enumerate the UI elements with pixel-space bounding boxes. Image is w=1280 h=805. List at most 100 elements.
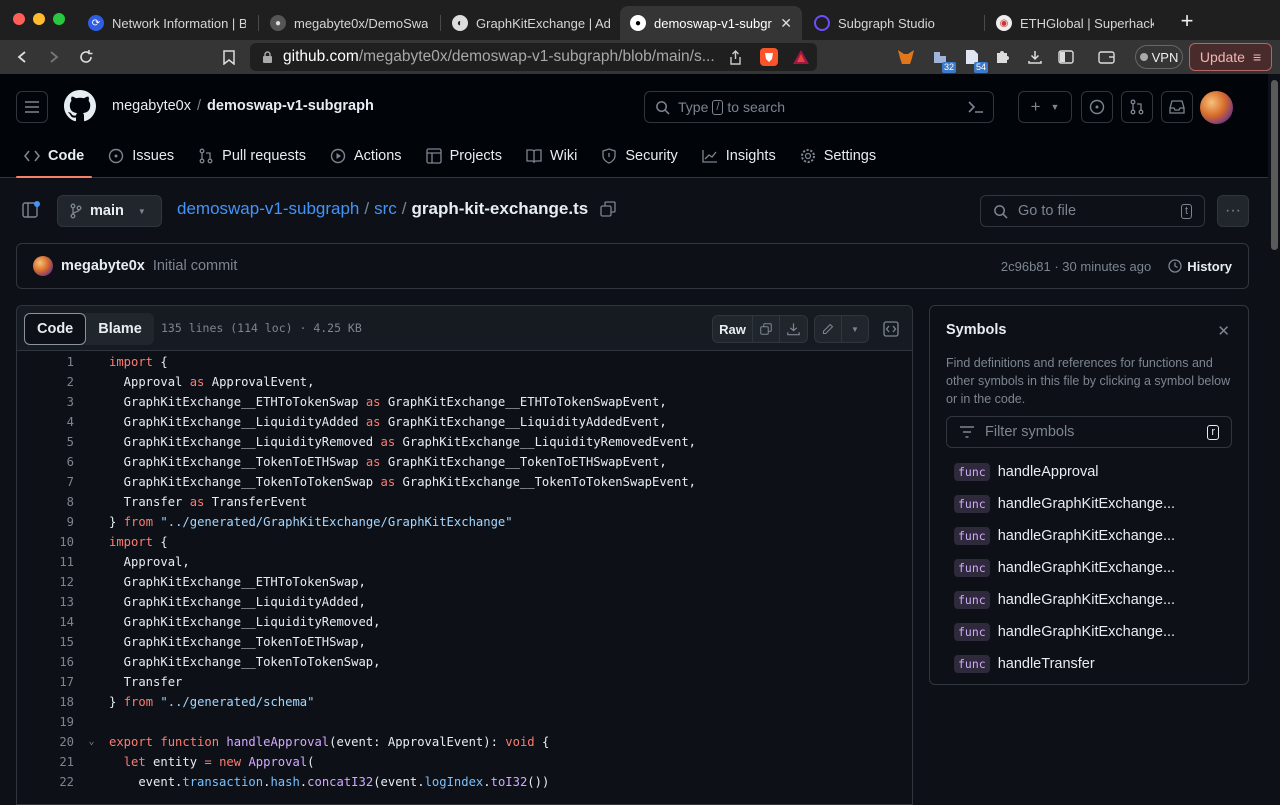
tab-settings[interactable]: Settings bbox=[792, 136, 884, 176]
commit-author[interactable]: megabyte0x bbox=[61, 258, 145, 274]
breadcrumb-dir-link[interactable]: src bbox=[374, 199, 397, 219]
new-tab-button[interactable]: + bbox=[1176, 8, 1198, 34]
symbols-panel-toggle[interactable] bbox=[877, 315, 905, 343]
line-number[interactable]: 13 bbox=[17, 592, 74, 612]
line-number[interactable]: 2 bbox=[17, 372, 74, 392]
owner-link[interactable]: megabyte0x bbox=[112, 98, 191, 114]
inbox-button[interactable] bbox=[1161, 91, 1193, 123]
window-close-button[interactable] bbox=[13, 13, 25, 25]
branch-selector[interactable]: main ▼ bbox=[57, 195, 162, 227]
line-number[interactable]: 5 bbox=[17, 432, 74, 452]
brave-rewards-icon[interactable] bbox=[792, 49, 810, 65]
share-icon[interactable] bbox=[729, 49, 742, 65]
sidebar-panel-icon[interactable] bbox=[1056, 47, 1076, 67]
symbol-item[interactable]: func handleGraphKitExchange... bbox=[954, 616, 1175, 648]
fold-chevron-icon[interactable]: ⌄ bbox=[74, 732, 109, 752]
symbol-item[interactable]: func handleGraphKitExchange... bbox=[954, 488, 1175, 520]
extension-badge-icon[interactable]: 54 bbox=[962, 47, 988, 73]
window-minimize-button[interactable] bbox=[33, 13, 45, 25]
line-number[interactable]: 22 bbox=[17, 772, 74, 792]
symbol-item[interactable]: func handleApproval bbox=[954, 456, 1175, 488]
bookmark-icon[interactable] bbox=[218, 46, 240, 68]
browser-tab[interactable]: Subgraph Studio bbox=[804, 6, 982, 40]
blame-view-button[interactable]: Blame bbox=[86, 313, 154, 345]
pull-requests-button[interactable] bbox=[1121, 91, 1153, 123]
commit-message[interactable]: Initial commit bbox=[153, 258, 238, 274]
vpn-button[interactable]: VPN bbox=[1135, 45, 1183, 69]
line-number[interactable]: 14 bbox=[17, 612, 74, 632]
browser-tab[interactable]: ⟳ Network Information | Bas bbox=[78, 6, 256, 40]
tab-wiki[interactable]: Wiki bbox=[518, 136, 585, 176]
hamburger-menu-button[interactable] bbox=[16, 91, 48, 123]
breadcrumb-repo-link[interactable]: demoswap-v1-subgraph bbox=[177, 199, 359, 219]
tab-issues[interactable]: Issues bbox=[100, 136, 182, 176]
commit-author-avatar[interactable] bbox=[33, 256, 53, 276]
issues-button[interactable] bbox=[1081, 91, 1113, 123]
copy-path-icon[interactable] bbox=[600, 201, 616, 217]
raw-button[interactable]: Raw bbox=[713, 316, 753, 342]
line-number[interactable]: 15 bbox=[17, 632, 74, 652]
file-tree-toggle-icon[interactable] bbox=[22, 201, 42, 221]
download-icon[interactable] bbox=[1025, 47, 1045, 67]
symbol-item[interactable]: func handleGraphKitExchange... bbox=[954, 552, 1175, 584]
command-palette-icon[interactable] bbox=[967, 99, 985, 115]
line-number[interactable]: 9 bbox=[17, 512, 74, 532]
tab-security[interactable]: Security bbox=[593, 136, 685, 176]
line-number[interactable]: 19 bbox=[17, 712, 74, 732]
github-logo-icon[interactable] bbox=[64, 90, 96, 122]
history-button[interactable]: History bbox=[1167, 258, 1232, 274]
line-number[interactable]: 16 bbox=[17, 652, 74, 672]
tab-close-icon[interactable]: ✕ bbox=[780, 15, 792, 32]
more-options-button[interactable]: ··· bbox=[1217, 195, 1249, 227]
edit-options-button[interactable]: ▼ bbox=[842, 316, 868, 342]
symbol-item[interactable]: func handleGraphKitExchange... bbox=[954, 520, 1175, 552]
address-bar[interactable]: github.com/megabyte0x/demoswap-v1-subgra… bbox=[250, 43, 817, 71]
repo-link[interactable]: demoswap-v1-subgraph bbox=[207, 98, 374, 114]
line-number[interactable]: 10 bbox=[17, 532, 74, 552]
browser-tab[interactable]: ● megabyte0x/DemoSwap- bbox=[260, 6, 438, 40]
filter-symbols-input[interactable]: Filter symbols r bbox=[946, 416, 1232, 448]
line-number[interactable]: 7 bbox=[17, 472, 74, 492]
commit-sha-time[interactable]: 2c96b81 · 30 minutes ago bbox=[1001, 259, 1151, 274]
line-number[interactable]: 17 bbox=[17, 672, 74, 692]
tab-projects[interactable]: Projects bbox=[418, 136, 510, 176]
metamask-icon[interactable] bbox=[896, 47, 916, 67]
go-to-file-input[interactable]: Go to file t bbox=[980, 195, 1205, 227]
copy-raw-button[interactable] bbox=[753, 316, 780, 342]
symbol-item[interactable]: func handleGraphKitExchange... bbox=[954, 584, 1175, 616]
wallet-icon[interactable] bbox=[1096, 47, 1116, 67]
download-raw-button[interactable] bbox=[780, 316, 807, 342]
line-number[interactable]: 11 bbox=[17, 552, 74, 572]
line-number[interactable]: 20 bbox=[17, 732, 74, 752]
scrollbar-thumb[interactable] bbox=[1271, 80, 1278, 250]
create-new-button[interactable]: + ▼ bbox=[1018, 91, 1072, 123]
line-number[interactable]: 8 bbox=[17, 492, 74, 512]
edit-file-button[interactable] bbox=[815, 316, 842, 342]
tab-actions[interactable]: Actions bbox=[322, 136, 410, 176]
browser-tab-active[interactable]: ● demoswap-v1-subgrap ✕ bbox=[620, 6, 802, 40]
browser-tab[interactable]: ◉ ETHGlobal | Superhack bbox=[986, 6, 1164, 40]
tab-code[interactable]: Code bbox=[16, 136, 93, 178]
line-number[interactable]: 12 bbox=[17, 572, 74, 592]
user-avatar[interactable] bbox=[1200, 91, 1233, 124]
search-input[interactable]: Type / to search bbox=[644, 91, 994, 123]
extension-badge-icon[interactable]: 32 bbox=[930, 47, 956, 73]
tab-pull-requests[interactable]: Pull requests bbox=[190, 136, 314, 176]
forward-button[interactable] bbox=[43, 46, 65, 68]
tab-insights[interactable]: Insights bbox=[694, 136, 784, 176]
line-number[interactable]: 4 bbox=[17, 412, 74, 432]
line-number[interactable]: 1 bbox=[17, 352, 74, 372]
window-zoom-button[interactable] bbox=[53, 13, 65, 25]
code-view-button[interactable]: Code bbox=[24, 313, 87, 345]
brave-shield-icon[interactable] bbox=[759, 48, 778, 66]
update-button[interactable]: Update ≡ bbox=[1189, 43, 1272, 71]
puzzle-icon[interactable] bbox=[992, 47, 1012, 67]
browser-tab[interactable]: ◐ GraphKitExchange | Addr bbox=[442, 6, 620, 40]
line-number[interactable]: 21 bbox=[17, 752, 74, 772]
close-icon[interactable]: ✕ bbox=[1217, 322, 1230, 340]
line-number[interactable]: 6 bbox=[17, 452, 74, 472]
page-scrollbar[interactable] bbox=[1268, 74, 1280, 800]
line-number[interactable]: 3 bbox=[17, 392, 74, 412]
symbol-item[interactable]: func handleTransfer bbox=[954, 648, 1175, 680]
reload-button[interactable] bbox=[75, 46, 97, 68]
